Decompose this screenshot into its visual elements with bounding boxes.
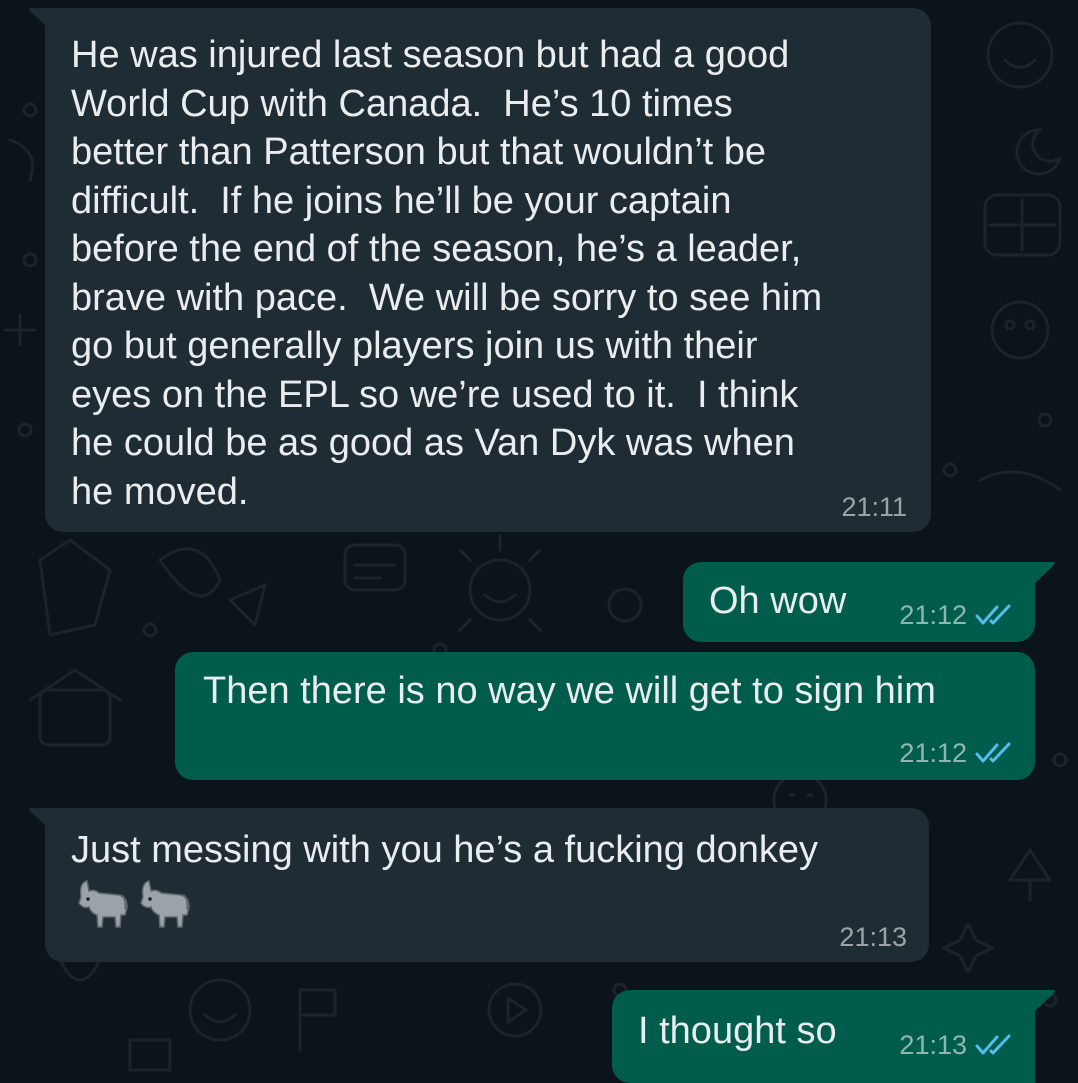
message-timestamp: 21:13 — [839, 922, 907, 952]
message-incoming[interactable]: He was injured last season but had a goo… — [45, 8, 931, 532]
read-receipt-icon — [975, 604, 1011, 625]
outgoing-bubble-tail — [1032, 990, 1055, 1014]
message-timestamp: 21:12 — [899, 600, 1015, 630]
message-text: Just messing with you he’s a fucking don… — [71, 829, 819, 871]
emoji-row — [71, 879, 909, 931]
message-text: He was injured last season but had a goo… — [71, 34, 823, 513]
message-text: Then there is no way we will get to sign… — [203, 670, 936, 712]
outgoing-bubble-tail — [1032, 562, 1055, 586]
message-outgoing[interactable]: I thought so 21:13 — [612, 990, 1035, 1083]
message-timestamp: 21:12 — [899, 738, 1015, 768]
message-outgoing[interactable]: Oh wow 21:12 — [683, 562, 1035, 642]
donkey-emoji — [140, 880, 190, 929]
donkey-emoji — [78, 880, 128, 929]
read-receipt-icon — [975, 1034, 1011, 1055]
message-timestamp: 21:11 — [841, 492, 907, 522]
read-receipt-icon — [975, 742, 1011, 763]
message-incoming[interactable]: Just messing with you he’s a fucking don… — [45, 808, 929, 962]
message-outgoing[interactable]: Then there is no way we will get to sign… — [175, 652, 1035, 780]
message-timestamp: 21:13 — [899, 1030, 1015, 1060]
